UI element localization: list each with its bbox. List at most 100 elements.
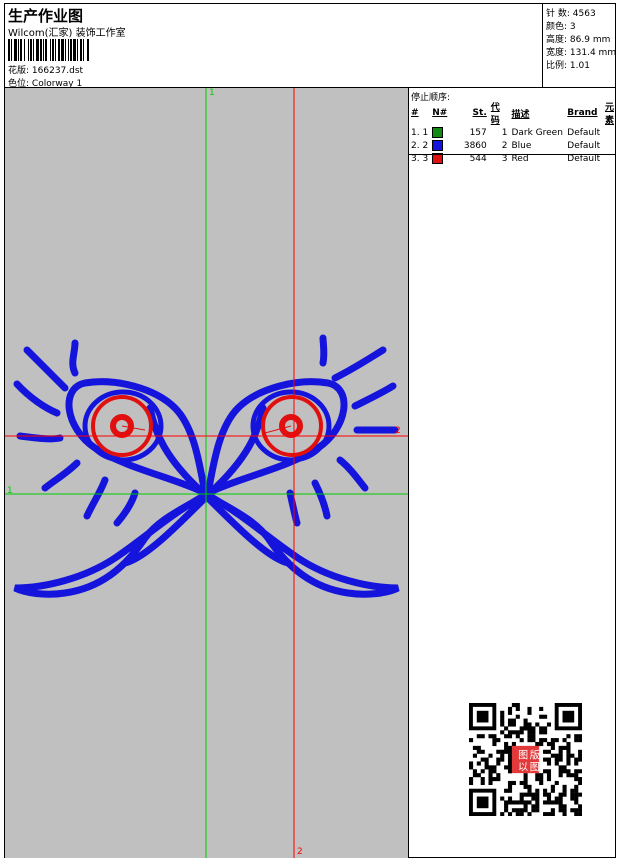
qr-stamp-text: 以: [518, 762, 528, 773]
qr-module: [543, 800, 548, 805]
col-description: 描述: [511, 109, 530, 120]
qr-module: [574, 812, 579, 816]
qr-module: [511, 718, 516, 723]
qr-module: [578, 769, 582, 774]
table-row[interactable]: 1. 1 157 1 Dark Green Default: [409, 126, 616, 139]
row-index: 2. 2: [411, 140, 429, 151]
qr-module: [535, 788, 540, 793]
qr-module: [496, 738, 501, 743]
qr-module: [570, 788, 575, 793]
height-value: 86.9 mm: [569, 35, 611, 45]
qr-module: [519, 800, 524, 805]
qr-module: [578, 812, 582, 816]
qr-module: [523, 792, 528, 797]
qr-module: [507, 784, 513, 789]
qr-module: [554, 753, 559, 758]
stop-sequence-table: # N# St. 代码 描述 Brand 元素 1. 1 157 1 Dark …: [409, 100, 616, 165]
header: 生产作业图 Wilcom(汇家) 装饰工作室 花版: 166237.dst 色位…: [4, 3, 542, 89]
row-swatch: [430, 139, 457, 152]
qr-module: [566, 757, 571, 762]
qr-module: [472, 753, 477, 758]
qr-module: [546, 777, 552, 782]
qr-module: [566, 741, 571, 747]
qr-module: [546, 741, 552, 747]
qr-module: [469, 738, 474, 743]
table-row[interactable]: 2. 2 3860 2 Blue Default: [409, 139, 616, 152]
qr-module: [515, 812, 520, 816]
right-wing-ray-1: [331, 346, 387, 382]
table-header-row: # N# St. 代码 描述 Brand 元素: [409, 100, 616, 126]
barcode-bar: [33, 39, 34, 61]
barcode-bar: [68, 39, 69, 61]
qr-stamp-text: 版: [530, 749, 540, 762]
qr-finder-core: [562, 710, 575, 723]
qr-module: [515, 808, 520, 813]
qr-module: [527, 726, 532, 731]
qr-module: [535, 800, 540, 805]
qr-module: [507, 800, 513, 805]
qr-module: [476, 773, 481, 778]
qr-module: [527, 722, 532, 727]
qr-module: [566, 734, 571, 739]
qr-module: [578, 753, 582, 758]
page-title: 生产作业图: [8, 7, 84, 25]
qr-module: [500, 812, 505, 816]
qr-module: [476, 749, 481, 754]
qr-module: [500, 710, 505, 715]
qr-module: [515, 703, 520, 708]
qr-module: [507, 706, 513, 711]
qr-module: [574, 757, 579, 762]
qr-module: [507, 761, 513, 766]
qr-module: [574, 784, 579, 789]
qr-module: [496, 761, 501, 766]
qr-code[interactable]: 图版以图: [469, 703, 582, 816]
barcode-bar: [14, 39, 17, 61]
qr-module: [500, 796, 505, 801]
qr-module: [562, 792, 567, 797]
qr-module: [488, 777, 493, 782]
qr-module: [558, 753, 563, 758]
row-description: Blue: [511, 140, 532, 151]
qr-module: [543, 714, 548, 719]
barcode-bar: [8, 39, 10, 61]
qr-module: [500, 753, 505, 758]
qr-module: [574, 800, 579, 805]
row-element: [603, 139, 616, 152]
qr-module: [523, 777, 528, 782]
green-horizontal-label: 1: [7, 486, 13, 496]
design-canvas[interactable]: 1 1 2 2: [5, 88, 408, 858]
qr-module: [523, 726, 528, 731]
qr-module: [472, 773, 477, 778]
barcode: [8, 39, 89, 61]
qr-module: [535, 741, 540, 747]
qr-module: [531, 792, 536, 797]
row-stitches: 157: [469, 127, 487, 138]
barcode-bar: [11, 39, 12, 61]
qr-module: [539, 714, 544, 719]
color-count: 颜色: 3: [546, 19, 576, 32]
qr-module: [511, 800, 516, 805]
qr-module: [507, 730, 513, 735]
qr-module: [550, 745, 555, 750]
qr-module: [539, 730, 544, 735]
qr-module: [578, 804, 582, 809]
qr-module: [562, 812, 567, 816]
qr-module: [539, 780, 544, 786]
qr-module: [480, 749, 485, 754]
red-horizontal-label: 2: [395, 426, 401, 436]
qr-module: [496, 749, 501, 754]
qr-module: [546, 800, 552, 805]
right-wing-ray-5: [336, 456, 369, 492]
qr-module: [543, 738, 548, 743]
qr-module: [574, 738, 579, 743]
qr-module: [558, 769, 563, 774]
qr-module: [519, 730, 524, 735]
stats-panel: 针 数: 4563 颜色: 3 高度: 86.9 mm 宽度: 131.4 mm…: [542, 3, 616, 87]
qr-module: [570, 792, 575, 797]
qr-finder-core: [476, 710, 489, 723]
qr-module: [511, 722, 516, 727]
barcode-bar: [52, 39, 54, 61]
left-wing-ray-3: [13, 380, 61, 417]
qr-module: [566, 753, 571, 758]
qr-module: [550, 800, 555, 805]
